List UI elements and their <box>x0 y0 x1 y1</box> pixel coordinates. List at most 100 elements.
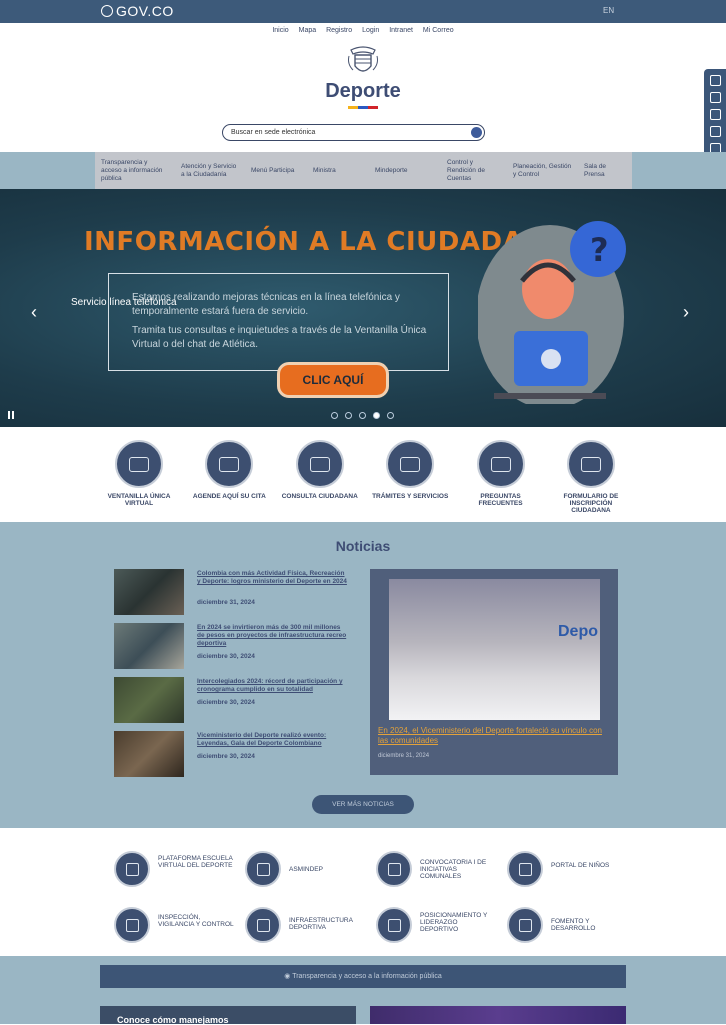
carousel-next-button[interactable]: › <box>683 302 689 323</box>
certificate-icon <box>257 863 270 876</box>
carousel-prev-button[interactable]: ‹ <box>31 302 37 323</box>
news-item[interactable]: Viceministerio del Deporte realizó event… <box>114 731 354 777</box>
transparency-button[interactable]: ◉ Transparencia y acceso a la informació… <box>100 965 626 988</box>
svg-text:?: ? <box>590 231 609 269</box>
link-fomento[interactable]: Fomento y desarrollo <box>507 907 627 947</box>
link-escuela-virtual[interactable]: Plataforma Escuela Virtual del Deporte <box>114 851 234 891</box>
chat-icon <box>219 456 240 472</box>
news-item-title[interactable]: Colombia con más Actividad Física, Recre… <box>197 570 349 586</box>
menu-item-planeacion[interactable]: Planeación, Gestión y Control <box>507 163 578 179</box>
accessibility-toolbar <box>704 69 726 158</box>
top-link-mapa[interactable]: Mapa <box>299 27 317 34</box>
hero-text: Estamos realizando mejoras técnicas en l… <box>132 291 432 352</box>
top-link-intranet[interactable]: Intranet <box>389 27 413 34</box>
service-ventanilla[interactable]: Ventanilla Única Virtual <box>100 440 178 514</box>
gear-check-icon <box>400 456 421 472</box>
top-link-inicio[interactable]: Inicio <box>272 27 288 34</box>
news-item[interactable]: Intercolegiados 2024: récord de particip… <box>114 677 354 723</box>
link-infraestructura[interactable]: Infraestructura deportiva <box>245 907 365 947</box>
menu-item-prensa[interactable]: Sala de Prensa <box>578 163 628 179</box>
news-title: Noticias <box>335 538 391 554</box>
featured-news-date: diciembre 31, 2024 <box>378 753 430 759</box>
headset-icon <box>309 456 330 472</box>
top-links: Inicio Mapa Registro Login Intranet Mi C… <box>0 27 726 34</box>
relief-icon[interactable] <box>709 126 721 137</box>
flag-icon <box>388 919 401 932</box>
magnifier-icon <box>126 919 139 932</box>
pause-icon[interactable] <box>8 411 14 419</box>
slide-caption: Servicio línea telefónica <box>71 297 177 308</box>
featured-image-watermark: Depo <box>558 623 598 640</box>
network-icon <box>519 919 532 932</box>
hero-paragraph-1: Estamos realizando mejoras técnicas en l… <box>132 292 400 317</box>
featured-news[interactable]: Depo En 2024, el Viceministerio del Depo… <box>370 569 618 775</box>
cta-button[interactable]: CLIC AQUÍ <box>277 362 389 398</box>
link-inspeccion[interactable]: Inspección, vigilancia y control <box>114 907 234 947</box>
language-switch[interactable]: EN <box>603 6 614 15</box>
carousel-dot[interactable] <box>359 412 366 419</box>
news-item-date: diciembre 30, 2024 <box>197 653 255 660</box>
carousel-dot-active[interactable] <box>373 412 380 419</box>
search-placeholder: Buscar en sede electrónica <box>231 129 316 136</box>
search-icon[interactable] <box>471 127 482 138</box>
carousel-dot[interactable] <box>387 412 394 419</box>
news-thumbnail[interactable] <box>114 677 184 723</box>
govco-label: GOV.CO <box>116 3 174 19</box>
search-input[interactable]: Buscar en sede electrónica <box>222 124 485 141</box>
promo-card-right[interactable] <box>370 1006 626 1024</box>
link-asmindep[interactable]: ASMINDEP <box>245 851 365 891</box>
news-item-title[interactable]: Intercolegiados 2024: récord de particip… <box>197 678 349 694</box>
service-preguntas[interactable]: Preguntas frecuentes <box>462 440 540 514</box>
top-link-login[interactable]: Login <box>362 27 379 34</box>
top-link-registro[interactable]: Registro <box>326 27 352 34</box>
promo-card-left[interactable]: Conoce cómo manejamos <box>100 1006 356 1025</box>
top-link-correo[interactable]: Mi Correo <box>423 27 454 34</box>
menu-item-participa[interactable]: Menú Participa <box>245 167 307 175</box>
featured-news-title[interactable]: En 2024, el Viceministerio del Deporte f… <box>378 726 606 746</box>
carousel-dot[interactable] <box>345 412 352 419</box>
children-icon <box>519 863 532 876</box>
hero-paragraph-2: Tramita tus consultas e inquietudes a tr… <box>132 325 427 350</box>
carousel-dot[interactable] <box>331 412 338 419</box>
news-thumbnail[interactable] <box>114 569 184 615</box>
main-menu: Transparencia y acceso a información púb… <box>95 152 632 189</box>
carousel-dots <box>331 412 394 419</box>
menu-item-transparencia[interactable]: Transparencia y acceso a información púb… <box>95 159 175 183</box>
news-item[interactable]: Colombia con más Actividad Física, Recre… <box>114 569 354 615</box>
news-item-date: diciembre 30, 2024 <box>197 699 255 706</box>
service-formulario[interactable]: Formulario de inscripción ciudadana <box>552 440 630 514</box>
font-increase-icon[interactable] <box>709 109 721 120</box>
govco-icon <box>101 5 113 17</box>
building-icon <box>257 919 270 932</box>
eye-icon: ◉ <box>284 973 293 980</box>
menu-item-atencion[interactable]: Atención y Servicio a la Ciudadanía <box>175 163 245 179</box>
news-item-date: diciembre 30, 2024 <box>197 753 255 760</box>
news-thumbnail[interactable] <box>114 623 184 669</box>
font-decrease-icon[interactable] <box>709 92 721 103</box>
hero-carousel: INFORMACIÓN A LA CIUDADANÍA Estamos real… <box>0 189 726 427</box>
service-agende-cita[interactable]: Agende aquí su cita <box>190 440 268 514</box>
window-icon <box>129 456 149 472</box>
menu-item-mindeporte[interactable]: Mindeporte <box>369 167 441 175</box>
link-portal-ninos[interactable]: Portal de niños <box>507 851 627 891</box>
govco-logo[interactable]: GOV.CO <box>101 3 174 19</box>
coat-of-arms-icon <box>348 46 378 72</box>
contrast-icon[interactable] <box>709 75 721 86</box>
news-thumbnail[interactable] <box>114 731 184 777</box>
featured-news-image[interactable]: Depo <box>389 579 600 720</box>
service-consulta[interactable]: Consulta ciudadana <box>281 440 359 514</box>
more-news-button[interactable]: VER MÁS NOTICIAS <box>312 795 414 814</box>
service-tramites[interactable]: Trámites y servicios <box>371 440 449 514</box>
menu-item-control[interactable]: Control y Rendición de Cuentas <box>441 159 507 183</box>
link-posicionamiento[interactable]: Posicionamiento y liderazgo deportivo <box>376 907 496 947</box>
menu-item-ministra[interactable]: Ministra <box>307 167 369 175</box>
news-item[interactable]: En 2024 se invirtieron más de 300 mil mi… <box>114 623 354 669</box>
news-item-title[interactable]: En 2024 se invirtieron más de 300 mil mi… <box>197 624 349 648</box>
community-icon <box>388 863 401 876</box>
news-item-title[interactable]: Viceministerio del Deporte realizó event… <box>197 732 349 748</box>
site-brand[interactable]: Deporte <box>0 80 726 103</box>
transparency-label: Transparencia y acceso a la información … <box>292 973 442 980</box>
question-icon <box>490 456 511 472</box>
call-center-agent-illustration: ? <box>478 221 626 404</box>
link-convocatoria[interactable]: Convocatoria i de iniciativas comunales <box>376 851 496 891</box>
